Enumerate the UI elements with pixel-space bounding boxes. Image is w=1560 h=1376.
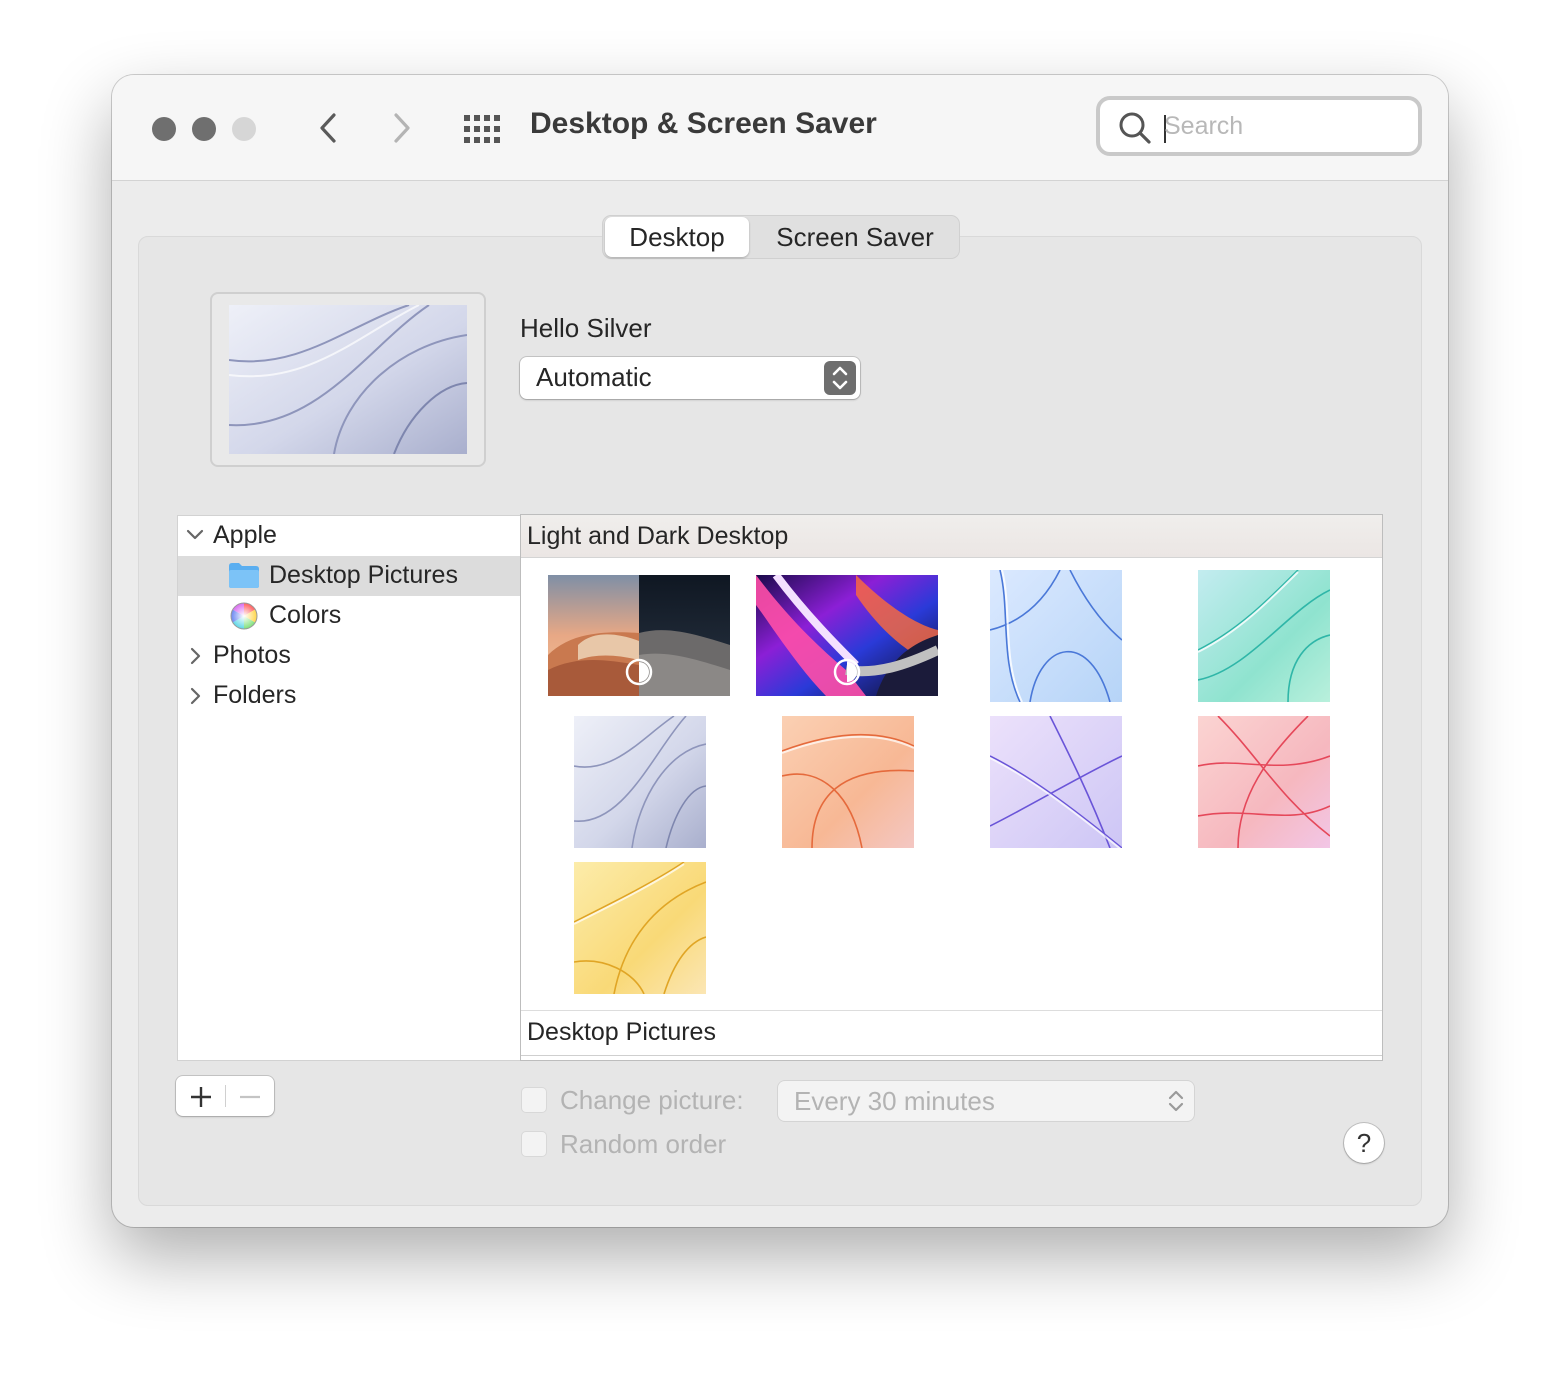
wallpaper-thumb-hello-silver[interactable] [574,716,706,848]
wallpaper-thumb-hello-green[interactable] [1198,570,1330,702]
preview-image [229,305,467,454]
system-preferences-window: Desktop & Screen Saver Desktop Screen Sa… [112,75,1448,1227]
wallpaper-thumb-dynamic-desert[interactable] [548,575,730,696]
interval-value: Every 30 minutes [794,1086,995,1116]
appearance-mode-popup[interactable]: Automatic [520,357,860,399]
wallpaper-preview [210,292,486,467]
tab-desktop[interactable]: Desktop [605,217,749,257]
wallpaper-thumb-hello-blue[interactable] [990,570,1122,702]
help-button[interactable]: ? [1344,1123,1384,1163]
back-arrow-icon[interactable] [314,111,342,145]
window-title: Desktop & Screen Saver [530,107,877,140]
add-button[interactable] [190,1086,212,1108]
forward-arrow-icon[interactable] [388,111,416,145]
change-picture-checkbox[interactable] [521,1087,547,1113]
appearance-mode-value: Automatic [536,362,652,392]
wallpaper-thumb-dynamic-color[interactable] [756,575,938,696]
color-wheel-icon [230,602,258,630]
disclosure-open-icon[interactable] [186,528,204,542]
zoom-button[interactable] [232,117,256,141]
wallpaper-thumb-hello-red[interactable] [1198,716,1330,848]
section-title: Light and Dark Desktop [527,522,789,550]
sidebar-item-label: Apple [213,521,277,549]
search-icon [1119,112,1151,144]
close-button[interactable] [152,117,176,141]
add-remove-control [176,1076,274,1116]
disclosure-closed-icon[interactable] [188,647,202,665]
folder-icon [229,563,259,588]
section-header-desktop-pictures: Desktop Pictures [521,1010,1382,1056]
random-order-label: Random order [560,1129,727,1159]
wallpaper-thumb-hello-yellow[interactable] [574,862,706,994]
change-picture-label: Change picture: [560,1085,744,1115]
wallpaper-browser: Light and Dark Desktop Desktop Pictures [520,514,1383,1061]
remove-button[interactable] [239,1086,261,1108]
sidebar-item-label: Folders [213,681,297,709]
sidebar-item-photos[interactable]: Photos [178,636,520,676]
wallpaper-name: Hello Silver [520,313,652,343]
random-order-checkbox[interactable] [521,1131,547,1157]
minimize-button[interactable] [192,117,216,141]
wallpaper-thumb-hello-orange[interactable] [782,716,914,848]
tab-screen-saver[interactable]: Screen Saver [753,217,957,257]
disclosure-closed-icon[interactable] [188,687,202,705]
section-header-light-dark: Light and Dark Desktop [521,515,1382,558]
tab-bar: Desktop Screen Saver [602,215,960,259]
search-input[interactable] [1164,108,1394,144]
separator [225,1085,226,1107]
chevron-updown-icon [1168,1090,1184,1112]
sidebar-item-desktop-pictures[interactable]: Desktop Pictures [178,556,520,596]
search-field[interactable] [1096,96,1422,156]
sidebar-item-label: Colors [269,601,342,629]
popup-stepper-icon [824,361,856,395]
sidebar-item-apple[interactable]: Apple [178,516,520,556]
sidebar-item-label: Desktop Pictures [269,561,458,589]
sidebar-item-folders[interactable]: Folders [178,676,520,716]
show-all-grid-icon[interactable] [464,115,500,143]
change-interval-popup[interactable]: Every 30 minutes [778,1081,1194,1121]
wallpaper-thumb-hello-purple[interactable] [990,716,1122,848]
section-title: Desktop Pictures [527,1018,716,1046]
title-bar: Desktop & Screen Saver [112,75,1448,181]
source-sidebar: Apple Desktop Pictures Colors Photos Fol… [177,515,521,1061]
sidebar-item-label: Photos [213,641,291,669]
sidebar-item-colors[interactable]: Colors [178,596,520,636]
